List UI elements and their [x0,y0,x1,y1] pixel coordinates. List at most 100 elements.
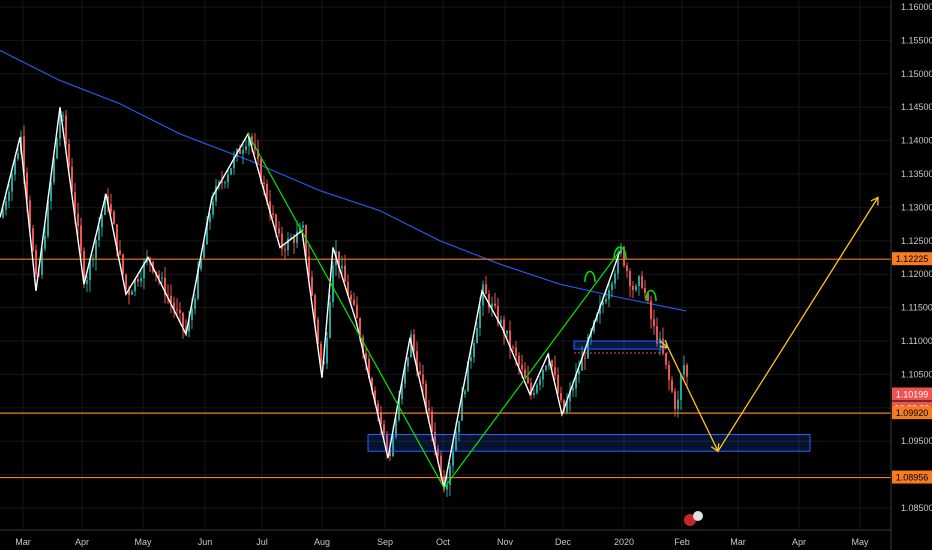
flag-icon-white [693,511,703,521]
y-tick-label: 1.13500 [901,169,932,179]
candle-body [329,302,331,338]
candle-body [77,213,79,226]
y-tick-label: 1.09500 [901,436,932,446]
candle-body [683,365,685,375]
candle-body [62,115,64,117]
candle-body [419,371,421,375]
candle-body [32,228,34,250]
candle-body [263,182,265,184]
candle-body [653,319,655,327]
candle-body [524,369,526,378]
candle-body [614,273,616,284]
candle-body [35,249,37,275]
candle-body [122,254,124,275]
candle-body [11,174,13,192]
candle-body [161,277,163,279]
candle-body [110,204,112,212]
candle-body [194,298,196,309]
candle-body [356,304,358,319]
candle-body [278,228,280,234]
candle-body [476,328,478,344]
y-tick-label: 1.15000 [901,69,932,79]
candle-body [464,391,466,395]
candle-body [578,370,580,375]
candle-body [536,384,538,393]
x-tick-label: Apr [792,537,806,547]
candle-body [245,146,247,150]
candle-body [512,347,514,349]
candle-body [320,343,322,363]
candle-body [680,374,682,400]
price-chart[interactable]: 1.16000 1.15500 1.15000 1.14500 1.14000 1.135… [0,0,932,550]
candle-body [665,353,667,365]
candle-body [353,299,355,305]
candle-body [44,235,46,249]
price-tag-label: 1.12225 [896,254,929,264]
x-tick-label: Feb [674,537,690,547]
candle-body [101,214,103,228]
candle-body [311,277,313,296]
x-tick-label: Sep [377,537,393,547]
y-tick-label: 1.11500 [901,303,932,313]
candle-body [479,305,481,329]
candle-body [191,308,193,321]
candle-body [224,182,226,184]
candle-body [65,115,67,145]
candle-body [182,312,184,328]
candle-body [131,291,133,295]
candle-body [608,290,610,300]
candle-body [521,364,523,370]
candle-body [56,138,58,159]
candle-body [605,299,607,303]
candle-body [140,278,142,282]
x-tick-label: Dec [555,537,572,547]
x-tick-label: Nov [497,537,514,547]
candle-body [272,213,274,215]
candle-body [326,337,328,364]
candle-body [470,357,472,362]
candle-body [428,407,430,412]
x-tick-label: May [851,537,869,547]
price-tag-label: 1.08956 [896,473,929,483]
price-tag: 1.10199 [892,387,932,401]
candle-body [500,319,502,324]
candle-body [5,201,7,210]
candle-body [113,211,115,225]
candle-body [473,343,475,358]
candle-body [542,370,544,380]
candle-body [98,227,100,240]
candle-body [494,303,496,307]
candle-body [626,265,628,271]
candle-body [275,214,277,229]
x-tick-label: Jul [256,537,268,547]
candle-body [485,284,487,294]
candle-body [350,295,352,300]
chart-background [0,0,932,550]
candle-body [341,265,343,269]
candle-body [572,388,574,391]
candle-body [332,265,334,303]
candle-body [686,365,688,377]
candle-body [17,153,19,159]
candle-body [176,309,178,311]
candle-body [518,355,520,365]
y-tick-label: 1.16000 [901,2,932,12]
candle-body [8,191,10,202]
candle-body [230,168,232,175]
candle-body [302,225,304,228]
candle-body [179,309,181,313]
candle-body [671,379,673,392]
candle-body [506,330,508,334]
candle-body [635,285,637,291]
y-tick-label: 1.08500 [901,503,932,513]
candle-body [545,365,547,371]
candle-body [293,238,295,243]
candle-body [95,239,97,259]
y-tick-label: 1.12500 [901,236,932,246]
candle-body [515,347,517,356]
candle-body [227,174,229,183]
candle-body [86,280,88,284]
candle-body [668,364,670,380]
candle-body [119,250,121,255]
candle-body [584,357,586,359]
